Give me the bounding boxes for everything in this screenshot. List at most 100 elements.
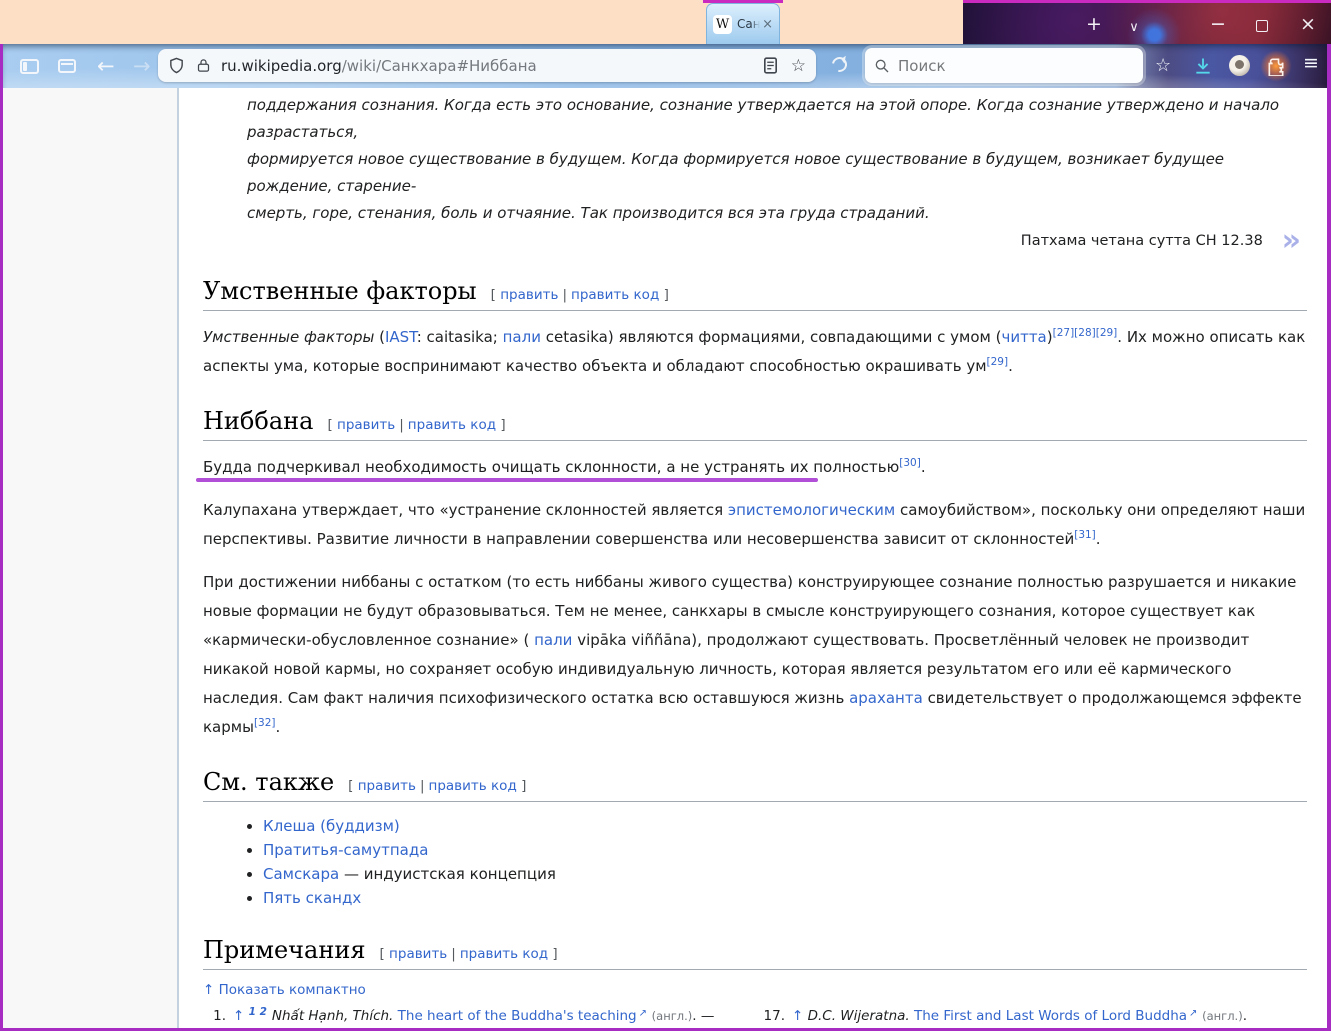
tab-close-icon[interactable]: × bbox=[762, 17, 773, 32]
wiki-link[interactable]: Клеша (буддизм) bbox=[263, 817, 400, 835]
browser-window: W Санкхара × + ∨ − × ← → ru.wikipedia.or… bbox=[0, 0, 1331, 1031]
wiki-link[interactable]: Самскара bbox=[263, 865, 339, 883]
paragraph-nibbana-2: Калупахана утверждает, что «устранение с… bbox=[203, 501, 1306, 548]
reference-superscript-link[interactable]: [31] bbox=[1074, 529, 1096, 541]
reference-superscript-link[interactable]: [29] bbox=[987, 356, 1009, 368]
reference-item: 17. ↑ D.C. Wijeratna. The First and Last … bbox=[762, 1006, 1307, 1028]
shield-icon[interactable] bbox=[168, 56, 185, 75]
account-avatar[interactable] bbox=[1229, 55, 1250, 76]
url-bar[interactable]: ru.wikipedia.org/wiki/Санкхара#Ниббана ☆ bbox=[158, 49, 816, 82]
reference-text: ↑ 1 2 Nhất Hạnh, Thích. The heart of the … bbox=[233, 1006, 748, 1028]
reference-superscript-link[interactable]: [30] bbox=[899, 457, 921, 469]
reference-number: 1. bbox=[213, 1008, 226, 1024]
edit-code-link[interactable]: править код bbox=[571, 287, 659, 303]
see-also-list: Клеша (буддизм) Пратитья-самутпада Самскар… bbox=[203, 814, 1307, 910]
wiki-link[interactable]: ↑ bbox=[233, 1008, 249, 1024]
tab-title: Санкхара bbox=[737, 17, 761, 31]
edit-code-link[interactable]: править код bbox=[408, 417, 496, 433]
wiki-sidebar bbox=[3, 88, 179, 1028]
wiki-link[interactable]: IAST bbox=[385, 328, 417, 346]
container-icon[interactable] bbox=[58, 59, 76, 73]
references-column-left: 1. ↑ 1 2 Nhất Hạnh, Thích. The heart of th… bbox=[203, 1006, 748, 1028]
sutta-quote-block: поддержания сознания. Когда есть это осн… bbox=[247, 92, 1307, 256]
wiki-link[interactable]: араханта bbox=[849, 689, 923, 707]
wiki-link[interactable]: читта bbox=[1001, 328, 1046, 346]
minimize-button[interactable]: − bbox=[1205, 11, 1231, 39]
edit-code-link[interactable]: править код bbox=[429, 778, 517, 794]
wiki-link[interactable]: Пратитья-самутпада bbox=[263, 841, 428, 859]
edit-section: [ править | править код ] bbox=[348, 778, 527, 794]
titlebar-right: + ∨ − × bbox=[963, 0, 1331, 44]
reference-number: 17. bbox=[763, 1008, 785, 1024]
edit-section: [ править | править код ] bbox=[327, 417, 506, 433]
navigation-toolbar: ← → ru.wikipedia.org/wiki/Санкхара#Нибба… bbox=[3, 44, 1327, 88]
paragraph-nibbana-1: Будда подчеркивал необходимость очищать … bbox=[196, 453, 1307, 482]
wiki-link[interactable]: ↑ bbox=[792, 1008, 803, 1024]
quote-end-icon: » bbox=[1281, 223, 1301, 258]
wikipedia-page: поддержания сознания. Когда есть это осн… bbox=[3, 88, 1327, 1028]
edit-section: [ править | править код ] bbox=[379, 946, 558, 962]
wikipedia-favicon-icon: W bbox=[713, 14, 732, 34]
reference-superscript-link[interactable]: [27][28][29] bbox=[1053, 327, 1118, 339]
section-heading-see-also: См. также[ править | править код ] bbox=[203, 768, 1307, 802]
see-also-item: Пратитья-самутпада bbox=[263, 838, 1307, 862]
menu-hamburger-icon[interactable]: ≡ bbox=[1303, 52, 1319, 74]
close-button[interactable]: × bbox=[1295, 11, 1321, 39]
section-heading-mental-factors: Умственные факторы[ править | править код … bbox=[203, 277, 1307, 311]
search-box[interactable]: Поиск bbox=[865, 48, 1143, 83]
wiki-link[interactable]: эпистемологическим bbox=[728, 501, 895, 519]
edit-link[interactable]: править bbox=[358, 778, 416, 794]
search-icon bbox=[875, 59, 889, 72]
see-also-item: Клеша (буддизм) bbox=[263, 814, 1307, 838]
bookmark-star-icon[interactable]: ☆ bbox=[791, 56, 806, 76]
url-text[interactable]: ru.wikipedia.org/wiki/Санкхара#Ниббана bbox=[221, 57, 764, 75]
search-placeholder: Поиск bbox=[898, 56, 946, 75]
wiki-link[interactable]: ↑ Показать компактно bbox=[203, 982, 366, 998]
see-also-item: Самскара — индуистская концепция bbox=[263, 862, 1307, 886]
forward-button[interactable]: → bbox=[133, 52, 151, 80]
references: 1. ↑ 1 2 Nhất Hạnh, Thích. The heart of th… bbox=[203, 1006, 1307, 1028]
reader-mode-icon[interactable] bbox=[763, 57, 777, 74]
wiki-link[interactable]: пали bbox=[503, 328, 541, 346]
references-column-right: 17. ↑ D.C. Wijeratna. The First and Last … bbox=[762, 1006, 1307, 1028]
edit-link[interactable]: править bbox=[500, 287, 558, 303]
section-heading-nibbana: Ниббана[ править | править код ] bbox=[203, 407, 1307, 441]
lock-icon[interactable] bbox=[196, 57, 211, 74]
wiki-link[interactable]: The heart of the Buddha's teaching bbox=[398, 1008, 648, 1024]
paragraph-mental-factors: Умственные факторы (IAST: caitasika; пал… bbox=[203, 327, 1306, 375]
wiki-link[interactable]: пали bbox=[534, 631, 572, 649]
edit-code-link[interactable]: править код bbox=[460, 946, 548, 962]
maximize-button[interactable] bbox=[1256, 20, 1268, 32]
bookmarks-star-icon[interactable]: ☆ bbox=[1155, 55, 1171, 76]
quote-line: смерть, горе, стенания, боль и отчаяние.… bbox=[247, 204, 930, 222]
edit-link[interactable]: править bbox=[337, 417, 395, 433]
new-tab-button[interactable]: + bbox=[1081, 11, 1107, 39]
wiki-link[interactable]: The First and Last Words of Lord Buddha bbox=[914, 1008, 1198, 1024]
quote-attribution: Патхама четана сутта СН 12.38 bbox=[1020, 233, 1263, 249]
quote-line: формируется новое существование в будуще… bbox=[247, 150, 1225, 195]
extensions-puzzle-icon[interactable] bbox=[1266, 56, 1286, 76]
show-compact-link[interactable]: ↑ Показать компактно bbox=[203, 982, 1307, 998]
paragraph-nibbana-3: При достижении ниббаны с остатком (то ес… bbox=[203, 573, 1302, 736]
reference-superscript-link[interactable]: [32] bbox=[254, 717, 276, 729]
back-button[interactable]: ← bbox=[97, 52, 115, 80]
refresh-icon[interactable] bbox=[829, 54, 850, 75]
reference-superscript-link[interactable]: 1 2 bbox=[249, 1006, 267, 1018]
download-icon[interactable] bbox=[1193, 56, 1213, 76]
tab-list-chevron-icon[interactable]: ∨ bbox=[1121, 14, 1147, 42]
quote-line: поддержания сознания. Когда есть это осн… bbox=[247, 96, 1280, 141]
title-bar: W Санкхара × + ∨ − × bbox=[0, 0, 1331, 44]
browser-tab[interactable]: W Санкхара × bbox=[703, 0, 783, 44]
edit-link[interactable]: править bbox=[389, 946, 447, 962]
highlight-underline-annotation bbox=[196, 478, 818, 482]
reference-item: 1. ↑ 1 2 Nhất Hạnh, Thích. The heart of th… bbox=[203, 1006, 748, 1028]
article-content: поддержания сознания. Когда есть это осн… bbox=[179, 88, 1327, 1028]
firefox-view-icon[interactable] bbox=[20, 59, 39, 74]
reference-text: ↑ D.C. Wijeratna. The First and Last Wor… bbox=[792, 1006, 1307, 1028]
quote-lines: поддержания сознания. Когда есть это осн… bbox=[247, 92, 1307, 227]
edit-section: [ править | править код ] bbox=[490, 287, 669, 303]
see-also-item: Пять скандх bbox=[263, 886, 1307, 910]
wiki-link[interactable]: Пять скандх bbox=[263, 889, 361, 907]
section-heading-notes: Примечания[ править | править код ] bbox=[203, 936, 1307, 970]
browser-chrome-body: ← → ru.wikipedia.org/wiki/Санкхара#Нибба… bbox=[0, 44, 1331, 1031]
